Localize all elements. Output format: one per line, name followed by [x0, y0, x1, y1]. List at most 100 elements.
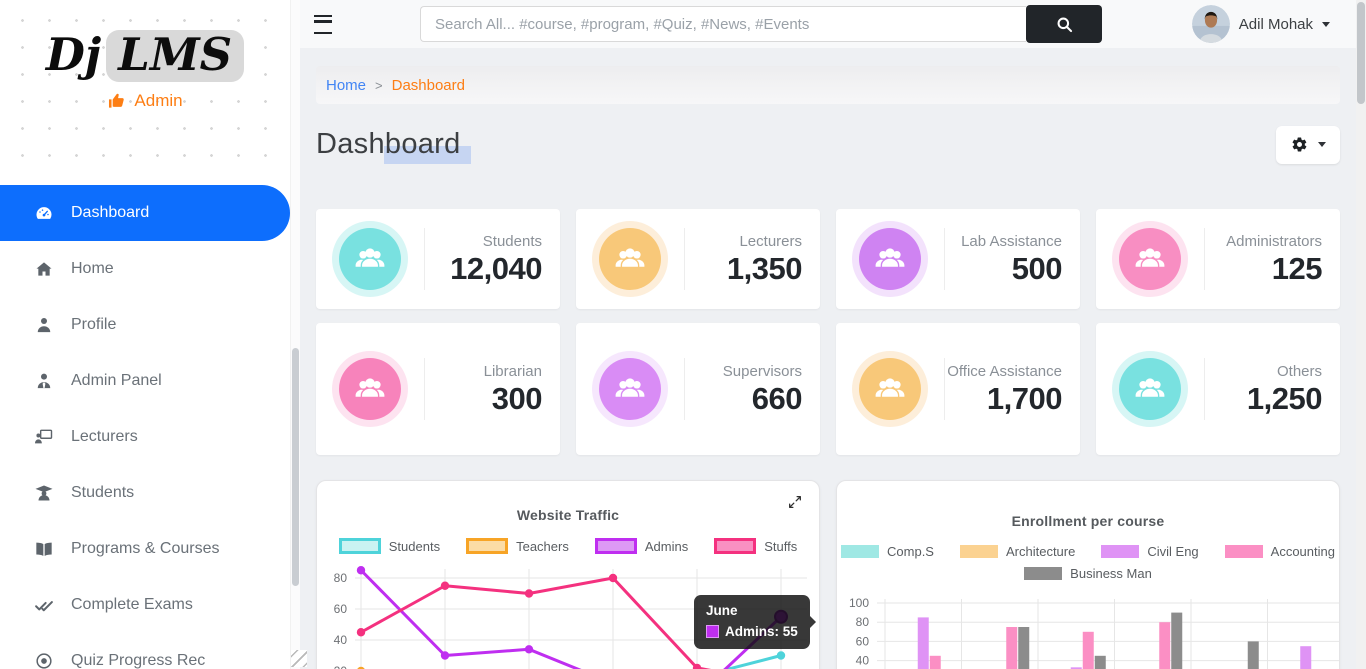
sidebar-item-lecturers[interactable]: Lecturers — [0, 409, 290, 465]
check-double-icon — [34, 595, 54, 615]
sidebar-item-admin-panel[interactable]: Admin Panel — [0, 353, 290, 409]
stat-card-students: Students12,040 — [316, 209, 560, 309]
sidebar-item-label: Lecturers — [71, 428, 138, 446]
sidebar-item-profile[interactable]: Profile — [0, 297, 290, 353]
sidebar-item-programs-courses[interactable]: Programs & Courses — [0, 521, 290, 577]
legend-label: Architecture — [1006, 544, 1075, 559]
legend-swatch — [1024, 567, 1062, 580]
stat-label: Supervisors — [723, 362, 802, 382]
stat-icon-halo — [332, 221, 408, 297]
svg-text:100: 100 — [849, 596, 869, 610]
stat-icon-halo — [332, 351, 408, 427]
stat-icon-halo — [852, 351, 928, 427]
stat-icon-halo — [592, 221, 668, 297]
users-icon — [599, 358, 661, 420]
page-title: Dashboard — [316, 128, 461, 161]
legend-swatch — [595, 538, 637, 554]
legend-item-architecture[interactable]: Architecture — [960, 544, 1075, 559]
sidebar-item-quiz-progress-rec[interactable]: Quiz Progress Rec — [0, 633, 290, 669]
svg-text:60: 60 — [856, 634, 870, 648]
topbar: Adil Mohak — [300, 0, 1356, 48]
tooltip-swatch — [706, 625, 719, 638]
stat-card-lab-assistance: Lab Assistance500 — [836, 209, 1080, 309]
legend-swatch — [960, 545, 998, 558]
legend-label: Accounting — [1271, 544, 1335, 559]
chalkboard-teacher-icon — [34, 427, 54, 447]
legend-label: Stuffs — [764, 539, 797, 554]
chevron-down-icon — [1322, 22, 1330, 27]
legend-label: Teachers — [516, 539, 569, 554]
legend-item-business-man[interactable]: Business Man — [1024, 566, 1152, 581]
svg-text:20: 20 — [334, 664, 348, 669]
sidebar-scrollbar-thumb[interactable] — [292, 348, 299, 586]
sidebar-header: DjLMS Admin — [0, 0, 290, 178]
sidebar-item-label: Profile — [71, 316, 116, 334]
stat-card-others: Others1,250 — [1096, 323, 1340, 455]
tooltip-text: Admins: 55 — [725, 624, 798, 639]
legend-item-admins[interactable]: Admins — [595, 538, 688, 554]
sidebar-scrollbar[interactable] — [290, 0, 300, 669]
search-icon — [1055, 15, 1074, 34]
search-input[interactable] — [420, 6, 1026, 42]
legend-swatch — [714, 538, 756, 554]
title-row: Dashboard — [316, 121, 1340, 168]
stat-card-administrators: Administrators125 — [1096, 209, 1340, 309]
sidebar-item-dashboard[interactable]: Dashboard — [0, 185, 290, 241]
stat-value: 660 — [752, 383, 802, 416]
stat-value: 500 — [1012, 253, 1062, 286]
user-name: Adil Mohak — [1239, 16, 1313, 33]
home-icon — [34, 259, 54, 279]
user-tie-icon — [34, 371, 54, 391]
legend-label: Civil Eng — [1147, 544, 1198, 559]
settings-button[interactable] — [1276, 126, 1340, 164]
thumbs-up-icon — [107, 91, 126, 110]
app-logo[interactable]: DjLMS — [46, 30, 244, 82]
sidebar-item-label: Complete Exams — [71, 596, 193, 614]
stat-label: Lecturers — [739, 232, 802, 252]
stat-value: 12,040 — [450, 253, 542, 286]
legend-item-comp-s[interactable]: Comp.S — [841, 544, 934, 559]
enrollment-card: Enrollment per course Comp.SArchitecture… — [836, 480, 1340, 669]
stat-card-office-assistance: Office Assistance1,700 — [836, 323, 1080, 455]
stat-label: Others — [1277, 362, 1322, 382]
stat-value: 125 — [1272, 253, 1322, 286]
legend-item-stuffs[interactable]: Stuffs — [714, 538, 797, 554]
sidebar-item-home[interactable]: Home — [0, 241, 290, 297]
sidebar-item-label: Home — [71, 260, 114, 278]
legend-item-accounting[interactable]: Accounting — [1225, 544, 1335, 559]
book-open-icon — [34, 539, 54, 559]
logo-prefix: Dj — [46, 28, 101, 81]
stat-value: 300 — [492, 383, 542, 416]
stat-label: Administrators — [1226, 232, 1322, 252]
search-button[interactable] — [1026, 5, 1102, 43]
search-form — [420, 5, 1102, 43]
breadcrumb-current: Dashboard — [392, 77, 465, 94]
sidebar-item-label: Admin Panel — [71, 372, 162, 390]
users-icon — [339, 358, 401, 420]
users-icon — [1119, 228, 1181, 290]
users-icon — [859, 358, 921, 420]
menu-toggle-icon[interactable] — [314, 15, 332, 34]
expand-button[interactable] — [784, 492, 806, 514]
main-content: Home > Dashboard Dashboard Students12,04… — [300, 48, 1356, 669]
stat-card-supervisors: Supervisors660 — [576, 323, 820, 455]
sidebar-item-label: Students — [71, 484, 134, 502]
page-scrollbar-thumb[interactable] — [1357, 2, 1365, 104]
user-menu[interactable]: Adil Mohak — [1192, 5, 1330, 43]
svg-text:80: 80 — [334, 571, 348, 585]
sidebar-item-complete-exams[interactable]: Complete Exams — [0, 577, 290, 633]
stat-value: 1,350 — [727, 253, 802, 286]
legend-swatch — [841, 545, 879, 558]
sidebar-item-label: Dashboard — [71, 204, 149, 222]
legend-item-teachers[interactable]: Teachers — [466, 538, 569, 554]
resize-grip[interactable] — [291, 650, 307, 667]
breadcrumb-separator: > — [375, 78, 383, 93]
legend-item-students[interactable]: Students — [339, 538, 440, 554]
breadcrumb-home-link[interactable]: Home — [326, 77, 366, 94]
chart-legend: Business Man — [837, 566, 1339, 581]
page-scrollbar[interactable] — [1356, 0, 1366, 669]
sidebar-item-students[interactable]: Students — [0, 465, 290, 521]
user-avatar — [1192, 5, 1230, 43]
legend-item-civil-eng[interactable]: Civil Eng — [1101, 544, 1198, 559]
users-icon — [339, 228, 401, 290]
